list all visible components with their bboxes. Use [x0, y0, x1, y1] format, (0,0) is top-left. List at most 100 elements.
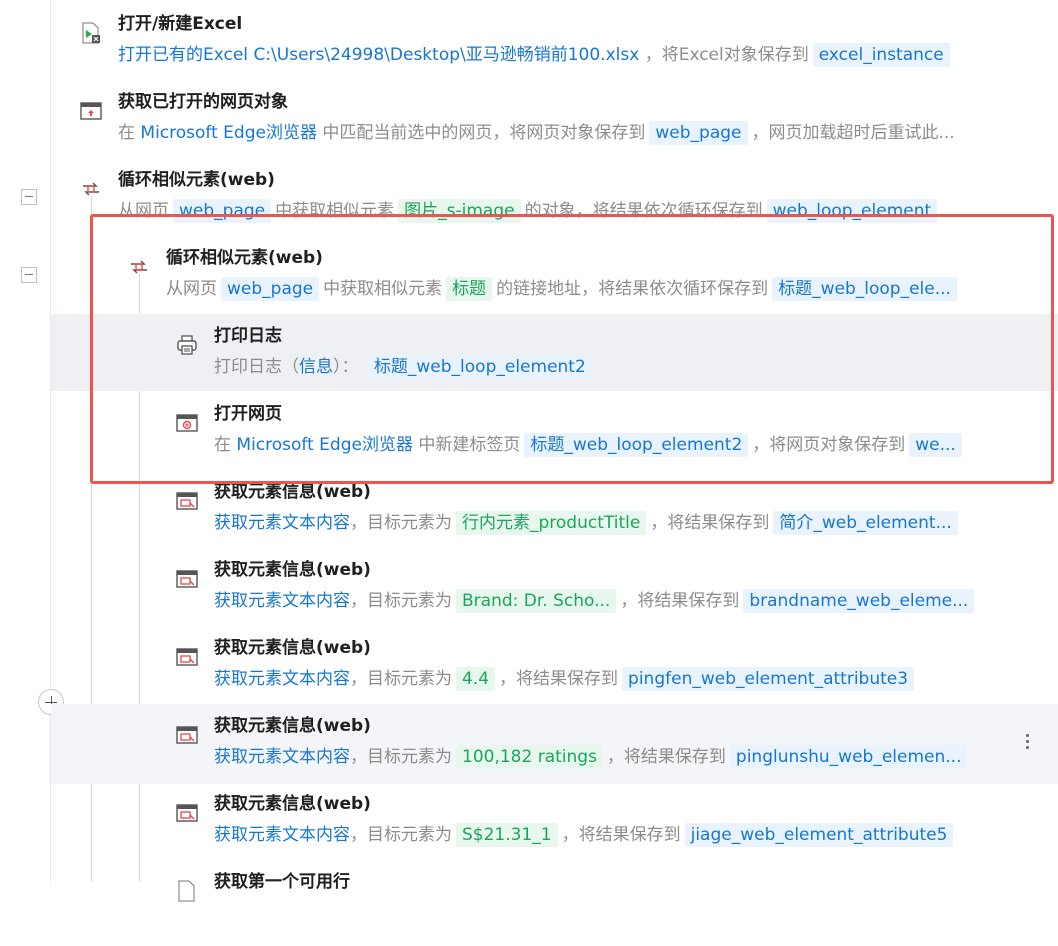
- parameter-link[interactable]: Microsoft Edge浏览器: [236, 435, 413, 455]
- parameter-link[interactable]: 获取元素文本内容: [214, 825, 350, 845]
- step-title: 获取已打开的网页对象: [118, 92, 288, 112]
- flow-step[interactable]: 打开/新建Excel 打开已有的Excel C:\Users\24998\Desk…: [80, 10, 1058, 88]
- variable-chip[interactable]: web_page: [649, 121, 748, 145]
- desc-text: ，目标元素为: [350, 825, 452, 845]
- variable-chip[interactable]: S$21.31_1: [456, 823, 558, 847]
- variable-chip[interactable]: pinglunshu_web_elemen...: [729, 745, 968, 769]
- step-description: 从网页 web_page 中获取相似元素 图片_s-image 的对象，将结果依次循环保…: [118, 197, 941, 225]
- desc-text: ，目标元素为: [350, 591, 452, 611]
- parameter-link[interactable]: 打开已有的Excel: [118, 45, 253, 65]
- desc-text: ，将结果保存到: [620, 591, 740, 611]
- desc-text: ，网页加载超时后重试此...: [751, 123, 955, 143]
- browser-icon: [80, 100, 102, 122]
- desc-text: 打印日志（: [214, 357, 299, 377]
- variable-chip[interactable]: jiage_web_element_attribute5: [684, 823, 954, 847]
- variable-chip[interactable]: 行内元素_productTitle: [456, 511, 647, 535]
- step-title: 获取元素信息(web): [214, 560, 371, 580]
- desc-text: 在: [214, 435, 237, 455]
- variable-chip[interactable]: web_page: [221, 277, 320, 301]
- flow-step[interactable]: 循环相似元素(web) 从网页 web_page 中获取相似元素 图片_s-image 的…: [80, 166, 1058, 244]
- open-webpage-icon: [176, 412, 198, 434]
- variable-chip[interactable]: brandname_web_eleme...: [743, 589, 975, 613]
- parameter-link[interactable]: 获取元素文本内容: [214, 669, 350, 689]
- desc-text: 中新建标签页: [412, 435, 521, 455]
- flow-step[interactable]: 获取已打开的网页对象在 Microsoft Edge浏览器 中匹配当前选中的网页…: [80, 88, 1058, 166]
- desc-text: ，将Excel对象保存到: [644, 45, 809, 65]
- step-title: 打印日志: [214, 326, 282, 346]
- parameter-link[interactable]: 获取元素文本内容: [214, 513, 350, 533]
- flow-step[interactable]: 获取元素信息(web) 获取元素文本内容，目标元素为 行内元素_productTit…: [176, 478, 1058, 556]
- element-info-icon: [176, 490, 198, 512]
- desc-text: ，目标元素为: [350, 747, 452, 767]
- flow-step[interactable]: 获取元素信息(web) 获取元素文本内容，目标元素为 Brand: Dr. Scho…: [176, 556, 1058, 634]
- desc-text: 中匹配当前选中的网页，将网页对象保存到: [316, 123, 646, 143]
- desc-text: 在: [118, 123, 141, 143]
- element-info-icon: [176, 724, 198, 746]
- desc-text: ，目标元素为: [350, 669, 452, 689]
- variable-chip[interactable]: pingfen_web_element_attribute3: [622, 667, 915, 691]
- variable-chip[interactable]: web_loop_element: [766, 199, 938, 223]
- flow-step[interactable]: 打开网页在 Microsoft Edge浏览器 中新建标签页 标题_web_loo…: [176, 400, 1058, 478]
- desc-text: ，将结果保存到: [499, 669, 619, 689]
- loop-icon: [80, 178, 102, 200]
- desc-text: ，将网页对象保存到: [752, 435, 906, 455]
- desc-text: ，将结果保存到: [650, 513, 770, 533]
- parameter-link[interactable]: 获取元素文本内容: [214, 747, 350, 767]
- desc-text: 中获取相似元素: [323, 279, 443, 299]
- element-info-icon: [176, 802, 198, 824]
- step-title: 循环相似元素(web): [118, 170, 275, 190]
- desc-text: ，将结果保存到: [606, 747, 726, 767]
- step-title: 获取元素信息(web): [214, 716, 371, 736]
- variable-chip[interactable]: 标题_web_loop_element2: [524, 433, 749, 457]
- variable-chip[interactable]: 标题_web_loop_element2: [367, 355, 592, 379]
- step-description: 获取元素文本内容，目标元素为 Brand: Dr. Scho... ，将结果保存到 b…: [214, 587, 978, 615]
- step-description: 从网页 web_page 中获取相似元素 标题 的链接地址，将结果依次循环保存到 标题_w…: [166, 275, 961, 303]
- excel-row-icon: [176, 880, 198, 902]
- more-options-icon[interactable]: [1024, 734, 1030, 752]
- step-description: 在 Microsoft Edge浏览器 中匹配当前选中的网页，将网页对象保存到 w…: [118, 119, 955, 147]
- parameter-link[interactable]: 信息: [299, 357, 333, 377]
- step-description: 获取元素文本内容，目标元素为 S$21.31_1 ，将结果保存到 jiage_web_…: [214, 821, 957, 849]
- parameter-link[interactable]: C:\Users\24998\Desktop\亚马逊畅销前100.xlsx: [253, 45, 644, 65]
- step-title: 打开/新建Excel: [118, 14, 243, 34]
- variable-chip[interactable]: 简介_web_element...: [773, 511, 958, 535]
- step-description: 获取元素文本内容，目标元素为 100,182 ratings ，将结果保存到 ping…: [214, 743, 971, 771]
- collapse-loop-2-button[interactable]: [21, 267, 37, 283]
- variable-chip[interactable]: excel_instance: [812, 43, 950, 67]
- variable-chip[interactable]: web_page: [173, 199, 272, 223]
- step-description: 打印日志（信息）： 标题_web_loop_element2: [214, 353, 596, 381]
- element-info-icon: [176, 646, 198, 668]
- desc-text: 从网页: [118, 201, 169, 221]
- flow-step[interactable]: 获取元素信息(web) 获取元素文本内容，目标元素为 100,182 ratings…: [176, 712, 1058, 790]
- variable-chip[interactable]: 4.4: [456, 667, 496, 691]
- step-description: 获取元素文本内容，目标元素为 4.4 ，将结果保存到 pingfen_web_elem…: [214, 665, 918, 693]
- step-title: 循环相似元素(web): [166, 248, 323, 268]
- desc-text: ）：: [333, 357, 364, 377]
- desc-text: ，目标元素为: [350, 513, 452, 533]
- step-title: 打开网页: [214, 404, 282, 424]
- desc-text: 从网页: [166, 279, 217, 299]
- flow-step[interactable]: 获取元素信息(web) 获取元素文本内容，目标元素为 4.4 ，将结果保存到 pingf…: [176, 634, 1058, 712]
- parameter-link[interactable]: 获取元素文本内容: [214, 591, 350, 611]
- flow-step[interactable]: 循环相似元素(web) 从网页 web_page 中获取相似元素 标题 的链接地址，将结果…: [128, 244, 1058, 322]
- step-title: 获取元素信息(web): [214, 482, 371, 502]
- variable-chip[interactable]: 标题_web_loop_ele...: [772, 277, 957, 301]
- step-title: 获取元素信息(web): [214, 794, 371, 814]
- parameter-link[interactable]: Microsoft Edge浏览器: [140, 123, 317, 143]
- step-description: 在 Microsoft Edge浏览器 中新建标签页 标题_web_loop_el…: [214, 431, 966, 459]
- variable-chip[interactable]: 100,182 ratings: [456, 745, 603, 769]
- desc-text: 的对象，将结果依次循环保存到: [524, 201, 763, 221]
- desc-text: ，将结果保存到: [561, 825, 681, 845]
- step-description: 获取元素文本内容，目标元素为 行内元素_productTitle ，将结果保存到 简介…: [214, 509, 962, 537]
- excel-icon: [80, 22, 102, 44]
- desc-text: 的链接地址，将结果依次循环保存到: [496, 279, 769, 299]
- variable-chip[interactable]: 标题: [446, 277, 493, 301]
- variable-chip[interactable]: 图片_s-image: [398, 199, 521, 223]
- variable-chip[interactable]: we...: [909, 433, 962, 457]
- collapse-loop-1-button[interactable]: [21, 189, 37, 205]
- loop-icon: [128, 256, 150, 278]
- flow-step[interactable]: 获取第一个可用行: [176, 868, 1058, 946]
- flow-step[interactable]: 打印日志打印日志（信息）： 标题_web_loop_element2: [176, 322, 1058, 400]
- variable-chip[interactable]: Brand: Dr. Scho...: [456, 589, 617, 613]
- flow-step[interactable]: 获取元素信息(web) 获取元素文本内容，目标元素为 S$21.31_1 ，将结果保存…: [176, 790, 1058, 868]
